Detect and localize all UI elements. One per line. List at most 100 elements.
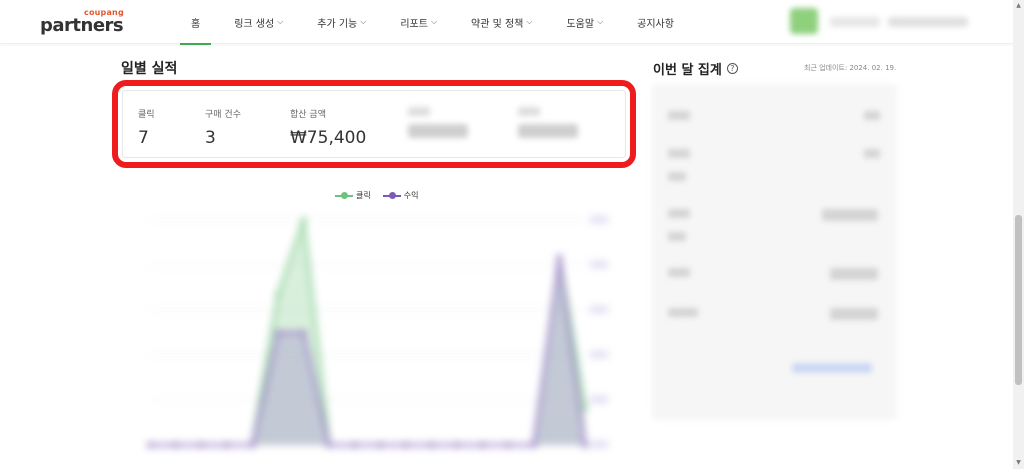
nav-item-extra-features[interactable]: 추가 기능⌵: [306, 0, 377, 44]
data-point: [224, 442, 230, 448]
blurred-row: [668, 111, 690, 120]
data-point: [377, 442, 383, 448]
legend-line-icon: [335, 195, 353, 197]
nav-label: 공지사항: [637, 15, 674, 30]
data-point: [531, 442, 537, 448]
nav-label: 추가 기능: [317, 15, 357, 30]
nav-item-report[interactable]: 리포트⌵: [389, 0, 448, 44]
y-tick-label: [590, 396, 608, 403]
monthly-title-text: 이번 달 집계: [653, 59, 722, 78]
stat-value: ₩75,400: [290, 128, 366, 148]
blurred-row: [830, 268, 878, 280]
last-updated-text: 최근 업데이트: 2024. 02. 19.: [804, 63, 896, 73]
blurred-row: [668, 268, 690, 277]
y-tick-label: [590, 306, 608, 313]
legend-item-clicks[interactable]: 클릭: [335, 190, 371, 201]
scroll-down-arrow-icon[interactable]: ▼: [1013, 457, 1024, 469]
daily-stats-box: 클릭 7 구매 건수 3 합산 금액 ₩75,400: [122, 90, 626, 158]
blurred-row: [668, 149, 690, 158]
data-point: [428, 442, 434, 448]
legend-line-icon: [383, 195, 401, 197]
stat-label: 클릭: [138, 107, 155, 120]
data-point: [173, 442, 179, 448]
series-area: [150, 258, 585, 446]
data-point: [198, 442, 204, 448]
series-line: [150, 258, 585, 446]
blurred-user-text: [830, 17, 880, 27]
data-point: [582, 405, 588, 411]
stat-label: 합산 금액: [290, 107, 366, 120]
blurred-row: [864, 111, 880, 120]
data-point: [352, 442, 358, 448]
chevron-down-icon: ⌵: [360, 17, 366, 27]
data-point: [275, 330, 281, 336]
nav-item-link-create[interactable]: 링크 생성⌵: [223, 0, 294, 44]
legend-item-revenue[interactable]: 수익: [383, 190, 419, 201]
blurred-row: [668, 172, 686, 181]
stat-purchases: 구매 건수 3: [205, 107, 241, 148]
series-line: [150, 220, 585, 445]
blurred-row: [668, 232, 686, 241]
blurred-row: [830, 308, 878, 320]
data-point: [403, 442, 409, 448]
avatar: [790, 8, 818, 34]
daily-line-chart: [130, 205, 615, 469]
blurred-user-text: [888, 17, 968, 27]
stat-clicks: 클릭 7: [138, 107, 155, 148]
nav-item-home[interactable]: 홈: [180, 0, 211, 44]
stat-label: 구매 건수: [205, 107, 241, 120]
data-point: [301, 217, 307, 223]
blurred-value: [408, 124, 468, 138]
monthly-summary-card-blurred: [652, 84, 897, 420]
monthly-summary-title: 이번 달 집계 ?: [653, 59, 738, 78]
blurred-row: [668, 209, 690, 218]
data-point: [275, 292, 281, 298]
blurred-row: [822, 209, 878, 221]
nav-item-terms-policy[interactable]: 약관 및 정책⌵: [460, 0, 543, 44]
daily-chart-blurred: [130, 205, 615, 469]
series-area: [150, 220, 585, 445]
stat-total-amount: 합산 금액 ₩75,400: [290, 107, 366, 148]
blurred-label: [518, 107, 540, 116]
chevron-down-icon: ⌵: [526, 17, 532, 27]
chart-legend: 클릭 수익: [335, 190, 430, 201]
chevron-down-icon: ⌵: [597, 17, 603, 27]
top-navigation-bar: coupang partners 홈 링크 생성⌵ 추가 기능⌵ 리포트⌵ 약관…: [0, 0, 1013, 44]
data-point: [454, 442, 460, 448]
nav-label: 도움말: [566, 15, 594, 30]
chevron-down-icon: ⌵: [431, 17, 437, 27]
nav-item-help[interactable]: 도움말⌵: [555, 0, 614, 44]
y-tick-label: [590, 441, 608, 448]
blurred-label: [408, 107, 430, 116]
nav-label: 홈: [191, 15, 200, 30]
legend-label: 수익: [404, 190, 419, 201]
data-point: [480, 442, 486, 448]
nav-item-notice[interactable]: 공지사항: [626, 0, 685, 44]
stat-value: 3: [205, 128, 241, 148]
data-point: [147, 442, 153, 448]
help-question-icon[interactable]: ?: [727, 63, 738, 74]
logo-product-text: partners: [40, 15, 123, 36]
main-nav: 홈 링크 생성⌵ 추가 기능⌵ 리포트⌵ 약관 및 정책⌵ 도움말⌵ 공지사항: [180, 0, 697, 44]
scroll-up-arrow-icon[interactable]: ▲: [1013, 0, 1024, 12]
coupang-partners-logo[interactable]: coupang partners: [40, 8, 120, 38]
stat-blurred: [518, 107, 578, 138]
legend-label: 클릭: [356, 190, 371, 201]
daily-stats-card-highlighted: 클릭 7 구매 건수 3 합산 금액 ₩75,400: [112, 80, 636, 168]
nav-label: 약관 및 정책: [471, 15, 523, 30]
stat-value: 7: [138, 128, 155, 148]
blurred-row: [864, 149, 880, 158]
chevron-down-icon: ⌵: [277, 17, 283, 27]
blurred-link-button[interactable]: [792, 363, 872, 373]
data-point: [556, 255, 562, 261]
y-tick-label: [590, 351, 608, 358]
data-point: [301, 330, 307, 336]
blurred-row: [668, 308, 698, 317]
data-point: [582, 442, 588, 448]
y-tick-label: [590, 216, 608, 223]
y-tick-label: [590, 261, 608, 268]
user-profile-area[interactable]: [790, 8, 980, 36]
scrollbar-thumb[interactable]: [1015, 215, 1022, 385]
nav-label: 리포트: [400, 15, 428, 30]
data-point: [326, 442, 332, 448]
